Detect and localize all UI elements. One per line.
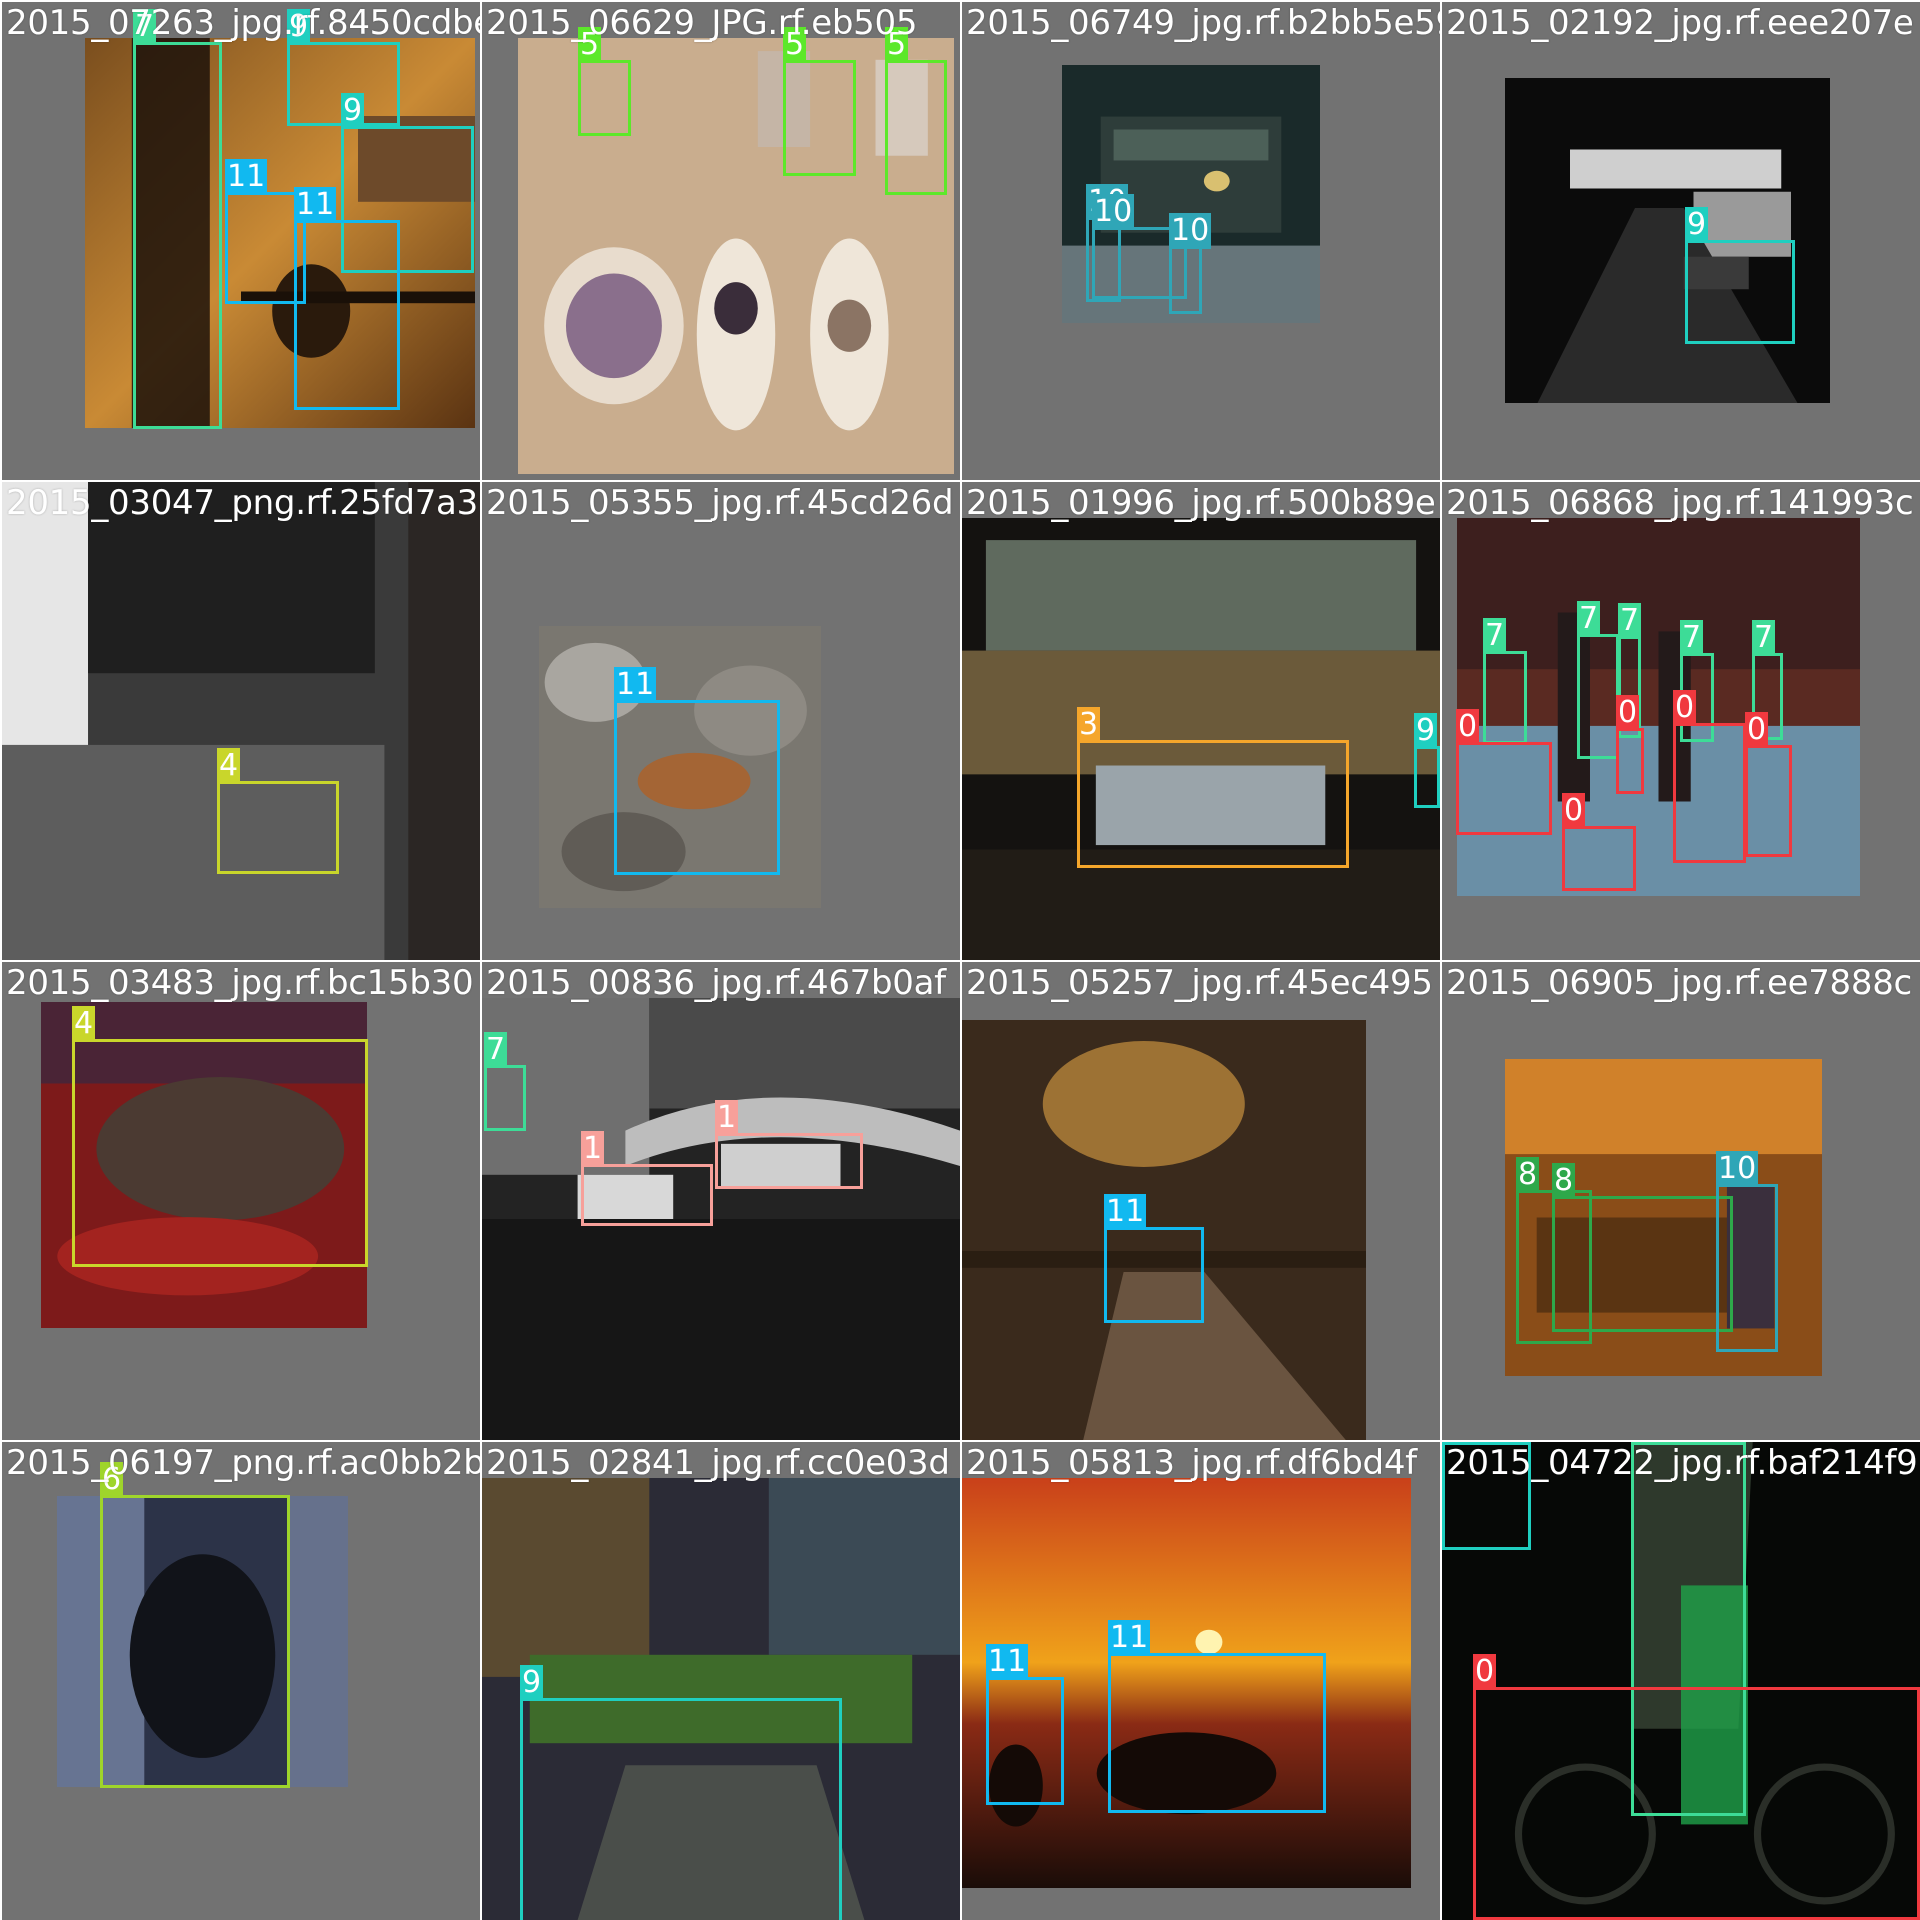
tile-16: 2015_04722_jpg.rf.baf214f9 9 7 0 <box>1442 1442 1920 1920</box>
tile-15: 2015_05813_jpg.rf.df6bd4f 11 11 <box>962 1442 1440 1920</box>
class-label: 7 <box>1752 620 1776 656</box>
detection-box: 0 <box>1473 1654 1920 1920</box>
class-label: 0 <box>1616 695 1640 731</box>
detection-box: 8 <box>1552 1163 1733 1332</box>
class-label: 11 <box>1104 1194 1147 1230</box>
class-label: 7 <box>133 9 157 45</box>
tile-9: 2015_03483_jpg.rf.bc15b30 4 <box>2 962 480 1440</box>
tile-3: 2015_06749_jpg.rf.b2bb5e59 10 10 10 <box>962 2 1440 480</box>
detection-box: 5 <box>783 27 856 176</box>
detection-mosaic: 2015_07263_jpg.rf.8450cdbe 7 9 9 11 11 2… <box>0 0 1920 1920</box>
tile-10: 2015_00836_jpg.rf.467b0af 7 1 1 <box>482 962 960 1440</box>
class-label: 0 <box>1745 712 1769 748</box>
detection-box: 9 <box>1414 713 1440 808</box>
detection-box: 0 <box>1456 709 1552 835</box>
class-label: 7 <box>1618 603 1642 639</box>
class-label: 7 <box>1483 618 1507 654</box>
detection-box: 7 <box>1483 618 1527 744</box>
detection-box: 1 <box>581 1131 713 1226</box>
detection-box: 6 <box>100 1462 290 1788</box>
class-label: 7 <box>1631 1442 1655 1445</box>
class-label: 0 <box>1673 690 1697 726</box>
detection-box: 11 <box>614 667 780 875</box>
class-label: 0 <box>1473 1654 1497 1690</box>
detection-box: 7 <box>1577 601 1619 759</box>
class-label: 9 <box>1442 1442 1466 1445</box>
class-label: 5 <box>783 27 807 63</box>
class-label: 8 <box>1516 1157 1540 1193</box>
class-label: 9 <box>1414 713 1438 749</box>
class-label: 7 <box>1680 620 1704 656</box>
detection-box: 10 <box>1716 1151 1778 1352</box>
class-label: 10 <box>1169 213 1212 249</box>
tile-13: 2015_06197_png.rf.ac0bb2b 6 <box>2 1442 480 1920</box>
class-label: 5 <box>885 27 909 63</box>
class-label: 0 <box>1562 793 1586 829</box>
detection-box: 9 <box>1442 1442 1531 1550</box>
tile-filename: 2015_03483_jpg.rf.bc15b30 <box>6 963 474 1003</box>
tile-11: 2015_05257_jpg.rf.45ec495 11 <box>962 962 1440 1440</box>
class-label: 11 <box>1108 1620 1151 1656</box>
class-label: 4 <box>217 748 241 784</box>
detection-box: 0 <box>1673 690 1746 863</box>
detection-box: 9 <box>1685 207 1795 344</box>
detection-box: 0 <box>1745 712 1792 857</box>
photo-bus-station <box>962 518 1440 960</box>
detection-box: 11 <box>1108 1620 1326 1813</box>
class-label: 11 <box>614 667 657 703</box>
detection-box: 11 <box>1104 1194 1204 1323</box>
tile-filename: 2015_02192_jpg.rf.eee207e <box>1446 3 1914 43</box>
class-label: 4 <box>72 1006 96 1042</box>
tile-6: 2015_05355_jpg.rf.45cd26d 11 <box>482 482 960 960</box>
tile-filename: 2015_06749_jpg.rf.b2bb5e59 <box>966 3 1440 43</box>
detection-box: 11 <box>986 1644 1064 1805</box>
tile-2: 2015_06629_JPG.rf.eb505 5 5 5 <box>482 2 960 480</box>
class-label: 3 <box>1077 707 1101 743</box>
tile-5: 2015_03047_png.rf.25fd7a3 4 <box>2 482 480 960</box>
detection-box: 10 <box>1169 213 1212 314</box>
detection-box: 3 <box>1077 707 1349 868</box>
detection-box: 0 <box>1562 793 1636 891</box>
tile-filename: 2015_05355_jpg.rf.45cd26d <box>486 483 954 523</box>
class-label: 9 <box>1685 207 1709 243</box>
class-label: 0 <box>1456 709 1480 745</box>
detection-box: 9 <box>520 1665 842 1920</box>
detection-box: 7 <box>133 9 222 429</box>
detection-box: 5 <box>578 27 631 136</box>
photo-canal <box>482 998 960 1440</box>
class-label: 7 <box>484 1032 508 1068</box>
photo-cat-stairs <box>2 482 480 960</box>
class-label: 9 <box>287 9 311 45</box>
tile-7: 2015_01996_jpg.rf.500b89e 3 9 <box>962 482 1440 960</box>
class-label: 10 <box>1716 1151 1759 1187</box>
class-label: 5 <box>578 27 602 63</box>
detection-box: 0 <box>1616 695 1644 794</box>
tile-filename: 2015_06905_jpg.rf.ee7888c <box>1446 963 1912 1003</box>
detection-box: 4 <box>217 748 339 874</box>
tile-filename: 2015_05257_jpg.rf.45ec495 <box>966 963 1433 1003</box>
class-label: 1 <box>581 1131 605 1167</box>
tile-8: 2015_06868_jpg.rf.141993c 7 7 7 7 7 0 0 … <box>1442 482 1920 960</box>
class-label: 9 <box>341 93 365 129</box>
class-label: 8 <box>1552 1163 1576 1199</box>
class-label: 11 <box>294 187 337 223</box>
tile-filename: 2015_06197_png.rf.ac0bb2b <box>6 1443 480 1483</box>
tile-12: 2015_06905_jpg.rf.ee7888c 8 8 10 <box>1442 962 1920 1440</box>
detection-box: 4 <box>72 1006 368 1267</box>
class-label: 9 <box>520 1665 544 1701</box>
tile-4: 2015_02192_jpg.rf.eee207e 9 <box>1442 2 1920 480</box>
class-label: 11 <box>225 159 268 195</box>
class-label: 1 <box>715 1100 739 1136</box>
detection-box: 11 <box>294 187 400 410</box>
class-label: 10 <box>1092 194 1135 230</box>
detection-box: 1 <box>715 1100 863 1189</box>
class-label: 7 <box>1577 601 1601 637</box>
class-label: 11 <box>986 1644 1029 1680</box>
class-label: 6 <box>100 1462 124 1498</box>
tile-1: 2015_07263_jpg.rf.8450cdbe 7 9 9 11 11 <box>2 2 480 480</box>
detection-box: 5 <box>885 27 947 195</box>
detection-box: 7 <box>484 1032 526 1131</box>
tile-14: 2015_02841_jpg.rf.cc0e03d 9 <box>482 1442 960 1920</box>
